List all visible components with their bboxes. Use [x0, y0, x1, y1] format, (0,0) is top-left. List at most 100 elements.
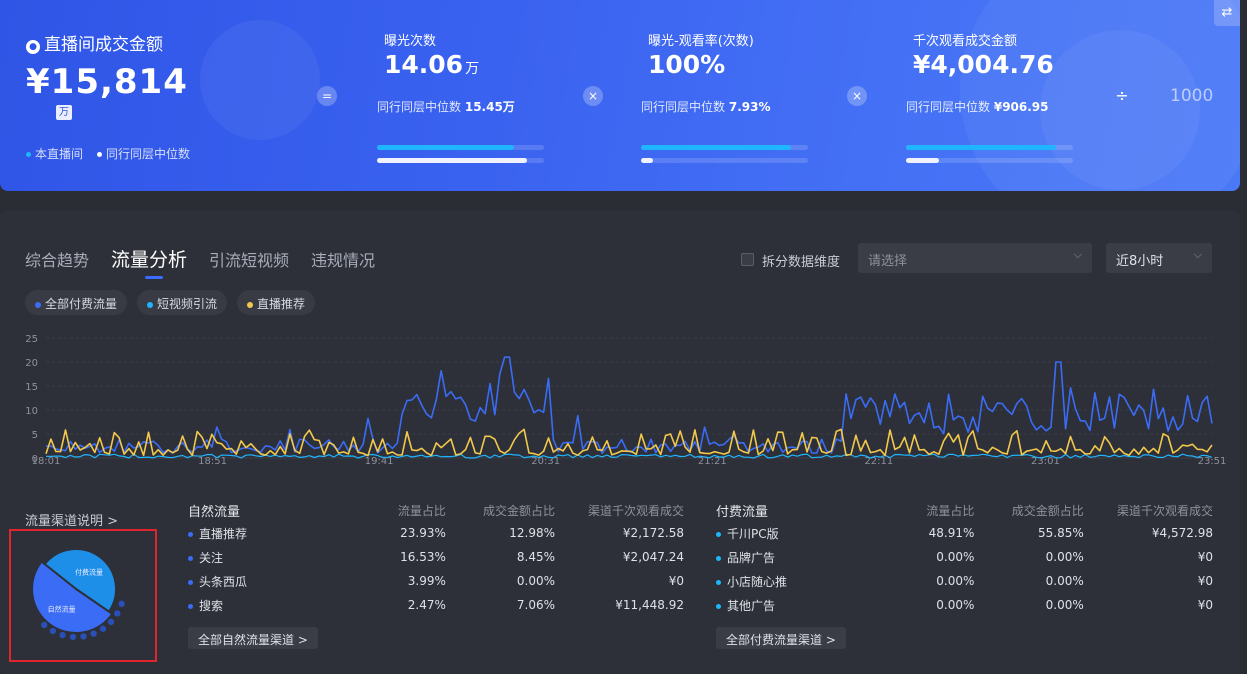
multiply-operator: ×	[847, 86, 867, 106]
view-rate-self-bar	[641, 145, 808, 150]
split-checkbox[interactable]	[741, 253, 754, 266]
banner-legend-item: 本直播间	[26, 145, 83, 162]
gpm-peer-bar	[906, 158, 1073, 163]
traffic-line-chart: 051015202518:01 18:51 19:41 20:31 21:21 22:11…	[25, 334, 1227, 466]
channel-gpm: ¥2,047.24	[622, 550, 684, 564]
time-range-select[interactable]: 近8小时 ⌵	[1106, 243, 1212, 273]
gpm-title: 千次观看成交金额	[913, 34, 1018, 49]
legend-label: 本直播间	[35, 147, 84, 161]
channel-dot	[188, 603, 193, 609]
channel-name: 小店随心推	[716, 569, 875, 593]
channel-name: 直播推荐	[188, 521, 347, 545]
table-header: 成交金额占比	[1011, 503, 1084, 518]
table-header: 流量占比	[926, 503, 975, 518]
gmv-share: 7.06%	[516, 598, 556, 612]
table-row: 品牌广告 0.00% 0.00% ¥0	[716, 545, 1213, 569]
paid-traffic-line	[45, 356, 1213, 454]
x-tick-label: 23:51	[1198, 456, 1227, 466]
dimension-select[interactable]: 请选择 ⌵	[858, 243, 1092, 273]
tab-violations[interactable]: 违规情况	[311, 247, 375, 274]
peer-bar-fill	[641, 158, 653, 163]
info-icon[interactable]: ●	[26, 40, 40, 54]
table-header: 自然流量	[188, 504, 241, 520]
pie-ring-segment	[114, 610, 121, 617]
channel-dot	[188, 579, 193, 585]
series-pill[interactable]: 短视频引流	[137, 290, 228, 315]
series-dot	[247, 301, 254, 308]
channel-dot	[716, 579, 721, 585]
tab-short-video[interactable]: 引流短视频	[209, 247, 289, 274]
channel-gpm: ¥2,172.58	[622, 526, 684, 540]
channel-name: 头条西瓜	[188, 569, 347, 593]
channel-name: 其他广告	[716, 593, 875, 617]
all-natural-channels-button[interactable]: 全部自然流量渠道 >	[188, 627, 318, 649]
all-paid-channels-button[interactable]: 全部付费流量渠道 >	[716, 627, 846, 649]
gmv-share: 0.00%	[1045, 550, 1084, 564]
legend-dot	[26, 152, 31, 157]
view-rate-value: 100%	[648, 50, 726, 79]
paid-traffic-table: 付费流量 流量占比 成交金额占比 渠道千次观看成交 千川PC版 48.91% 55.85% ¥…	[716, 499, 1213, 617]
channel-name: 搜索	[188, 593, 347, 617]
tab-trend[interactable]: 综合趋势	[25, 247, 89, 274]
legend-dot	[97, 152, 103, 157]
channel-name: 千川PC版	[716, 521, 875, 545]
channel-dot	[716, 603, 721, 609]
impressions-peer: 同行同层中位数 15.45万	[377, 100, 515, 114]
traffic-share: 23.93%	[400, 526, 446, 540]
table-row: 其他广告 0.00% 0.00% ¥0	[716, 593, 1213, 617]
traffic-share: 16.53%	[400, 550, 446, 564]
pie-ring-segment	[80, 633, 87, 640]
time-range-value: 近8小时	[1116, 254, 1164, 269]
gmv-share: 0.00%	[1045, 574, 1084, 588]
series-dot	[147, 301, 154, 308]
channel-name: 关注	[188, 545, 347, 569]
pie-ring-segment	[59, 631, 66, 639]
peer-bar-fill	[377, 158, 528, 163]
pie-ring-segment	[118, 600, 125, 608]
split-label: 拆分数据维度	[762, 255, 841, 270]
tab-bar: 综合趋势 流量分析 引流短视频 违规情况	[25, 245, 375, 279]
tab-traffic-analysis[interactable]: 流量分析	[111, 245, 187, 279]
gmv-value: ¥15,814	[26, 62, 188, 102]
traffic-share: 0.00%	[936, 598, 975, 612]
table-row: 关注 16.53% 8.45% ¥2,047.24	[188, 545, 684, 569]
pie-ring-segment	[49, 627, 57, 635]
gpm-self-bar	[906, 145, 1073, 150]
series-pill[interactable]: 全部付费流量	[25, 290, 128, 315]
channel-help-link[interactable]: 流量渠道说明 >	[25, 510, 118, 529]
channel-name: 品牌广告	[716, 545, 875, 569]
series-dot	[35, 301, 41, 308]
self-bar-fill	[641, 145, 792, 150]
natural-traffic-table: 自然流量 流量占比 成交金额占比 渠道千次观看成交 直播推荐 23.93% 12.98% ¥2…	[188, 499, 684, 617]
gpm-value: ¥4,004.76	[913, 50, 1054, 79]
swap-icon[interactable]: ⇄	[1214, 0, 1240, 26]
series-label: 直播推荐	[257, 297, 306, 311]
table-header: 流量占比	[397, 503, 446, 518]
table-header: 渠道千次观看成交	[587, 503, 684, 518]
gmv-share: 0.00%	[516, 574, 556, 588]
channel-dot	[716, 555, 721, 561]
view-rate-peer: 同行同层中位数 7.93%	[641, 100, 771, 114]
series-pills: 全部付费流量 短视频引流 直播推荐	[25, 290, 316, 315]
gmv-unit: 万	[56, 105, 72, 120]
y-tick-label: 10	[25, 406, 38, 417]
series-label: 全部付费流量	[45, 297, 118, 311]
series-label: 短视频引流	[157, 297, 218, 311]
x-tick-label: 18:01	[32, 456, 61, 466]
legend-label: 同行同层中位数	[106, 147, 191, 161]
y-tick-label: 15	[25, 382, 38, 393]
pie-ring-segment	[69, 633, 77, 641]
view-rate-title: 曝光-观看率(次数)	[648, 34, 754, 49]
dimension-placeholder: 请选择	[868, 254, 908, 269]
channel-dot	[188, 531, 193, 537]
peer-bar-fill	[906, 158, 940, 163]
series-pill[interactable]: 直播推荐	[237, 290, 316, 315]
multiply-operator: ×	[583, 86, 603, 106]
table-header: 渠道千次观看成交	[1116, 503, 1213, 518]
live-recommend-line	[45, 428, 1213, 457]
gmv-title: ● 直播间成交金额	[26, 30, 163, 55]
channel-dot	[716, 531, 721, 537]
impressions-value: 14.06 万	[384, 50, 480, 79]
self-bar-fill	[377, 145, 514, 150]
gmv-share: 0.00%	[1045, 598, 1084, 612]
